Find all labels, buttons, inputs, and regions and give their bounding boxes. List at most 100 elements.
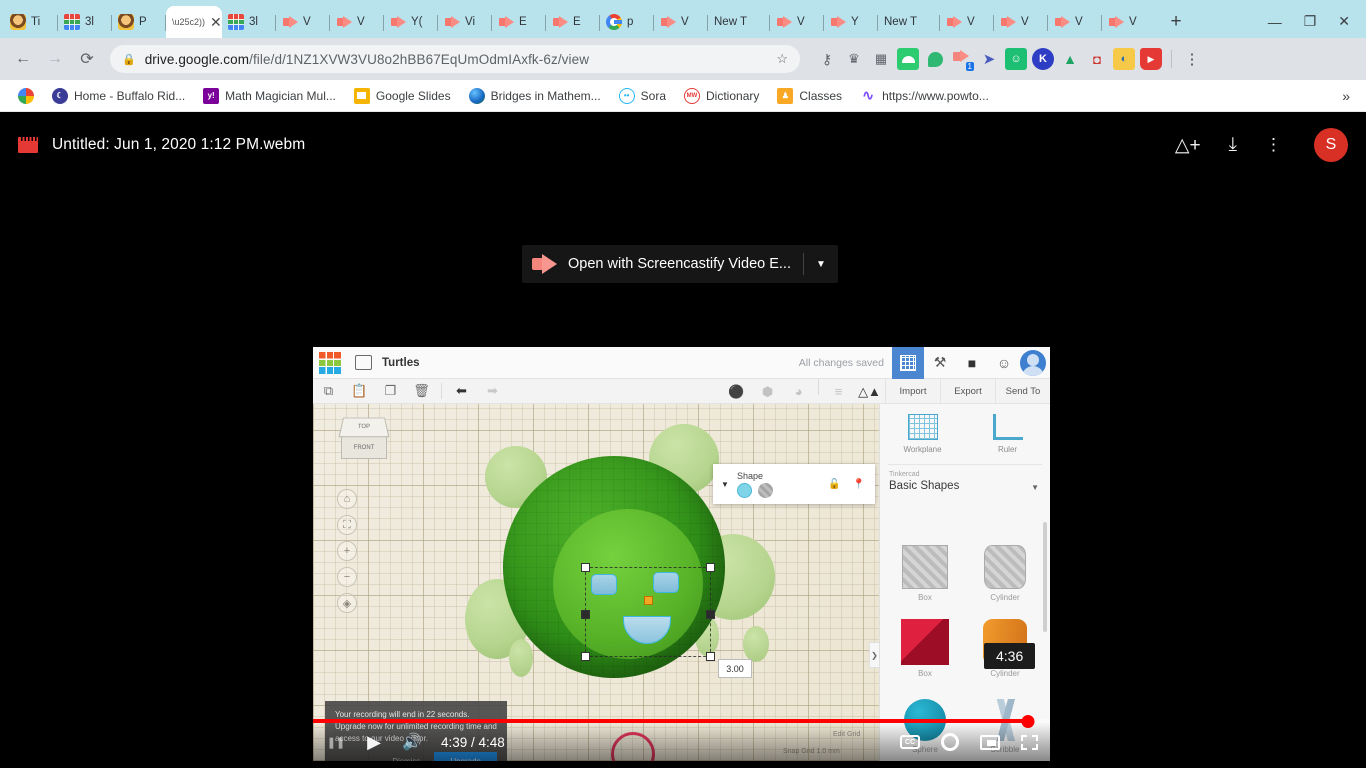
back-button[interactable]: ←: [8, 44, 38, 74]
forward-button[interactable]: →: [40, 44, 70, 74]
bookmarks-overflow-button[interactable]: »: [1342, 88, 1356, 104]
avatar[interactable]: S: [1314, 128, 1348, 162]
kami-extension-icon[interactable]: K: [1032, 48, 1054, 70]
light-icon[interactable]: ⚫: [721, 379, 752, 404]
globe-extension-icon[interactable]: ◐: [1113, 48, 1135, 70]
tab-4[interactable]: 3l: [222, 6, 276, 38]
screencastify-extension-icon[interactable]: 1: [951, 48, 974, 71]
tab-19[interactable]: V: [1048, 6, 1102, 38]
tab-5[interactable]: V: [276, 6, 330, 38]
chevron-down-icon[interactable]: ▼: [713, 480, 737, 489]
play-button[interactable]: ▶: [363, 731, 385, 753]
shape-item[interactable]: Box: [886, 606, 964, 678]
shape-inspector-popup[interactable]: ▼ Shape 🔓 📍: [713, 464, 875, 504]
tab-2[interactable]: P: [112, 6, 166, 38]
minimize-button[interactable]: —: [1268, 14, 1282, 30]
pause-button[interactable]: ❚❚: [325, 731, 347, 753]
copy-icon[interactable]: ⧉: [313, 379, 344, 404]
tab-0[interactable]: Ti: [4, 6, 58, 38]
resize-handle[interactable]: [581, 563, 590, 572]
bookmark-classes[interactable]: ♟ Classes: [769, 85, 850, 107]
close-window-button[interactable]: ✕: [1338, 13, 1350, 30]
tab-1[interactable]: 3l: [58, 6, 112, 38]
panel-collapse-arrow[interactable]: ❯: [869, 642, 879, 668]
ungroup-icon[interactable]: ◕: [783, 379, 814, 404]
reload-button[interactable]: ⟳: [72, 44, 102, 74]
green-dot-extension-icon[interactable]: [924, 48, 946, 70]
tab-18[interactable]: V: [994, 6, 1048, 38]
shape-library-select[interactable]: Tinkercad Basic Shapes ▼: [889, 471, 1041, 492]
resize-handle[interactable]: [706, 652, 715, 661]
bookmark-star-icon[interactable]: ☆: [776, 51, 788, 67]
bookmark-bridges[interactable]: Bridges in Mathem...: [461, 85, 609, 107]
tab-17[interactable]: V: [940, 6, 994, 38]
resize-handle[interactable]: [706, 610, 715, 619]
bookmark-dictionary[interactable]: MW Dictionary: [676, 85, 767, 107]
shield-extension-icon[interactable]: ⚷: [816, 48, 838, 70]
settings-gear-icon[interactable]: [941, 733, 959, 751]
ruler-tool[interactable]: Ruler: [965, 414, 1050, 454]
shape-item[interactable]: Box: [886, 530, 964, 602]
bookmark-google-slides[interactable]: Google Slides: [346, 85, 459, 107]
play-extension-icon[interactable]: ▶: [1140, 48, 1162, 70]
tab-14[interactable]: V: [770, 6, 824, 38]
tab-16-newtab[interactable]: New T: [878, 6, 940, 38]
smile-extension-icon[interactable]: ☺: [1005, 48, 1027, 70]
export-button[interactable]: Export: [940, 379, 995, 404]
maximize-button[interactable]: ❐: [1304, 13, 1317, 30]
open-with-screencastify-button[interactable]: Open with Screencastify Video E... ▼: [522, 245, 838, 283]
dimension-value[interactable]: 3.00: [718, 659, 752, 678]
delete-icon[interactable]: 🗑: [406, 379, 437, 404]
address-bar[interactable]: 🔒 drive.google.com/file/d/1NZ1XVW3VU8o2h…: [110, 45, 800, 73]
chevron-down-icon[interactable]: ▼: [804, 259, 838, 270]
bookmark-powtoon[interactable]: ∿ https://www.powto...: [852, 85, 997, 107]
blocks-icon[interactable]: ■: [956, 347, 988, 379]
align-icon[interactable]: ≡: [823, 379, 854, 404]
undo-icon[interactable]: ⬅: [446, 379, 477, 404]
solid-swatch[interactable]: [737, 482, 752, 498]
hammer-icon[interactable]: ⚒: [924, 347, 956, 379]
group-icon[interactable]: ⬢: [752, 379, 783, 404]
new-tab-button[interactable]: +: [1162, 7, 1190, 35]
cursor-extension-icon[interactable]: ➤: [978, 48, 1000, 70]
tab-13-newtab[interactable]: New T: [708, 6, 770, 38]
tab-10[interactable]: E: [546, 6, 600, 38]
miniplayer-icon[interactable]: [980, 734, 1000, 750]
captions-button[interactable]: CC: [900, 735, 920, 749]
grid-extension-icon[interactable]: ▦: [870, 48, 892, 70]
orbit-icon[interactable]: ◈: [337, 593, 357, 613]
height-handle[interactable]: [644, 596, 653, 605]
mirror-icon[interactable]: △▲: [854, 379, 885, 404]
tab-active-drive[interactable]: \u25c2)) ✕: [166, 6, 222, 38]
viewcube-front-face[interactable]: FRONT: [341, 437, 387, 459]
tab-12[interactable]: V: [654, 6, 708, 38]
tab-15[interactable]: Y: [824, 6, 878, 38]
bookmark-photos[interactable]: [10, 85, 42, 107]
desmos-extension-icon[interactable]: [897, 48, 919, 70]
hole-swatch[interactable]: [758, 482, 773, 498]
tinkercad-canvas[interactable]: TOP FRONT ⌂ ⛶ + − ◈ 3.00 ▼ Shape 🔓 📍 You…: [313, 404, 879, 761]
tab-20[interactable]: V: [1102, 6, 1156, 38]
view-cube[interactable]: TOP FRONT: [338, 416, 390, 460]
bookmark-home-buffalo[interactable]: ☾ Home - Buffalo Rid...: [44, 85, 193, 107]
turtle-eye-shape[interactable]: [591, 574, 617, 595]
workplane-tool[interactable]: Workplane: [880, 414, 965, 454]
redo-icon[interactable]: ➡: [477, 379, 508, 404]
bookmark-math-magician[interactable]: y! Math Magician Mul...: [195, 85, 344, 107]
chevron-down-icon[interactable]: ▼: [1031, 483, 1039, 492]
zoom-in-icon[interactable]: +: [337, 541, 357, 561]
video-player[interactable]: Turtles All changes saved ⚒ ■ ☺ ⧉ 📋 ❐ 🗑 …: [313, 347, 1050, 761]
tab-7[interactable]: Y(: [384, 6, 438, 38]
tab-11[interactable]: p: [600, 6, 654, 38]
molecule-extension-icon[interactable]: ◘: [1086, 48, 1108, 70]
audio-playing-icon[interactable]: \u25c2)): [172, 17, 205, 27]
shape-item[interactable]: Cylinder: [966, 530, 1044, 602]
tab-6[interactable]: V: [330, 6, 384, 38]
add-person-icon[interactable]: ☺: [988, 347, 1020, 379]
crown-extension-icon[interactable]: ♛: [843, 48, 865, 70]
panel-scrollbar[interactable]: [1043, 522, 1047, 632]
close-icon[interactable]: ✕: [210, 15, 222, 29]
add-to-drive-icon[interactable]: △+: [1175, 134, 1201, 157]
fit-view-icon[interactable]: ⛶: [337, 515, 357, 535]
download-icon[interactable]: ⤓: [1229, 134, 1237, 156]
